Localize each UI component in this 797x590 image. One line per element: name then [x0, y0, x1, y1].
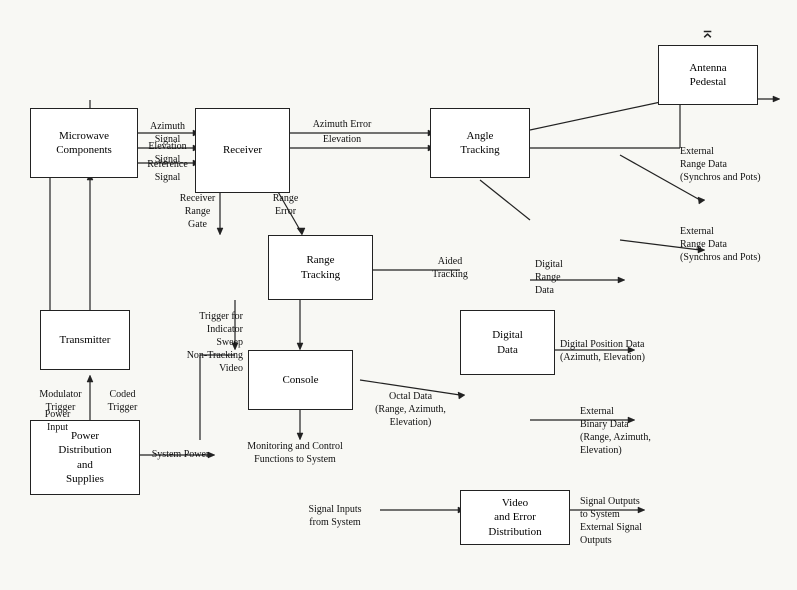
video-error-box: Videoand ErrorDistribution — [460, 490, 570, 545]
video-error-label: Videoand ErrorDistribution — [488, 496, 541, 539]
trigger-label: Trigger forIndicatorSweepNon-TrackingVid… — [153, 310, 243, 375]
antenna-symbol: ⌅ — [700, 22, 715, 43]
system-power-label: System Power — [148, 448, 213, 461]
range-error-label: RangeError — [258, 192, 313, 218]
receiver-range-gate-label: ReceiverRangeGate — [165, 192, 230, 231]
external-binary-label: ExternalBinary Data(Range, Azimuth,Eleva… — [580, 405, 680, 457]
coded-trigger-label: CodedTrigger — [95, 388, 150, 414]
azimuth-error-label: Azimuth Error — [302, 118, 382, 131]
microwave-label: MicrowaveComponents — [56, 129, 112, 158]
digital-data-box: DigitalData — [460, 310, 555, 375]
signal-outputs-label: Signal Outputsto SystemExternal SignalOu… — [580, 495, 675, 547]
angle-tracking-box: AngleTracking — [430, 108, 530, 178]
antenna-pedestal-label: AntennaPedestal — [689, 61, 726, 90]
angle-tracking-label: AngleTracking — [460, 129, 499, 158]
block-diagram: { "title": "Radar System Block Diagram",… — [0, 0, 797, 590]
monitoring-label: Monitoring and ControlFunctions to Syste… — [215, 440, 375, 466]
range-tracking-label: RangeTracking — [301, 253, 340, 282]
transmitter-label: Transmitter — [60, 333, 111, 347]
receiver-box: Receiver — [195, 108, 290, 193]
console-label: Console — [282, 373, 318, 387]
microwave-box: MicrowaveComponents — [30, 108, 138, 178]
receiver-label: Receiver — [223, 143, 262, 157]
digital-data-label: DigitalData — [492, 328, 523, 357]
external-range1-label: ExternalRange Data(Synchros and Pots) — [680, 145, 780, 184]
console-box: Console — [248, 350, 353, 410]
elevation-label: Elevation — [302, 133, 382, 146]
external-range2-label: ExternalRange Data(Synchros and Pots) — [680, 225, 780, 264]
range-tracking-box: RangeTracking — [268, 235, 373, 300]
power-label: PowerDistributionandSupplies — [58, 429, 111, 486]
digital-position-label: Digital Position Data(Azimuth, Elevation… — [560, 338, 690, 364]
power-input-label: PowerInput — [35, 408, 80, 434]
octal-data-label: Octal Data(Range, Azimuth,Elevation) — [358, 390, 463, 429]
aided-tracking-label: AidedTracking — [415, 255, 485, 281]
antenna-pedestal-box: AntennaPedestal — [658, 45, 758, 105]
reference-signal-label: Reference Signal — [140, 158, 195, 184]
digital-range-label: DigitalRangeData — [535, 258, 610, 297]
signal-inputs-label: Signal Inputsfrom System — [290, 503, 380, 529]
transmitter-box: Transmitter — [40, 310, 130, 370]
